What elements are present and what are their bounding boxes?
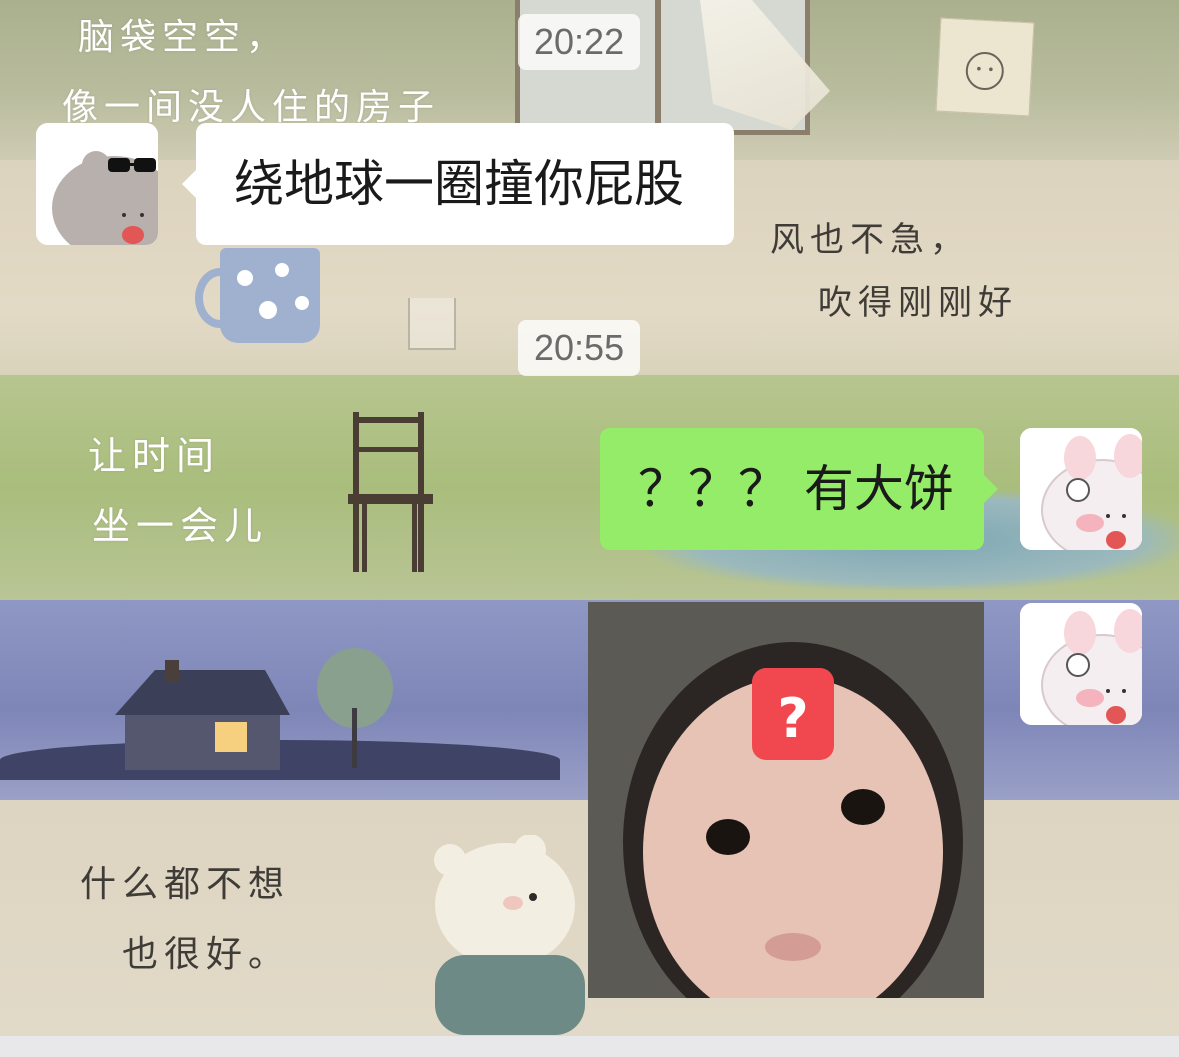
sticky-note-illustration (935, 17, 1035, 117)
chair-illustration (348, 412, 433, 572)
question-badge-icon: ? (777, 687, 808, 750)
message-bubble-sent[interactable]: ？？？ 有大饼 (600, 428, 998, 550)
pink-bunny-icon (1020, 603, 1142, 725)
wallpaper-text: 坐一会儿 (92, 504, 269, 548)
my-avatar[interactable] (1020, 603, 1142, 725)
glass-vase-illustration (408, 298, 456, 350)
wallpaper-text: 让时间 (88, 434, 221, 478)
sunglasses-hamster-icon (36, 123, 158, 245)
input-bar-edge (0, 1035, 1179, 1057)
wallpaper-text: 也很好。 (122, 934, 291, 975)
message-bubble-received[interactable]: 绕地球一圈撞你屁股 (182, 123, 734, 245)
mug-illustration (220, 248, 320, 343)
wallpaper-text: 风也不急， (770, 220, 970, 260)
message-timestamp: 20:22 (518, 14, 641, 70)
confused-baby-icon: ? (588, 602, 984, 998)
contact-avatar[interactable] (36, 123, 158, 245)
tree-illustration (317, 648, 393, 768)
wallpaper-text: 什么都不想 (80, 864, 291, 905)
sticker-message[interactable]: ? (588, 602, 984, 998)
wallpaper-text: 吹得刚刚好 (818, 283, 1018, 323)
pink-bunny-icon (1020, 428, 1142, 550)
my-avatar[interactable] (1020, 428, 1142, 550)
wallpaper-text: 脑袋空空， (78, 17, 289, 58)
house-illustration (115, 660, 290, 770)
message-timestamp: 20:55 (518, 320, 641, 376)
bear-illustration (434, 835, 585, 1035)
